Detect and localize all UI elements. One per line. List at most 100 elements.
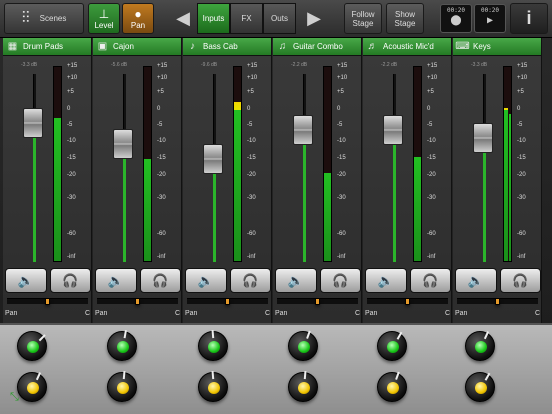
pan-labels: Pan C (365, 310, 450, 317)
send-knob-yellow[interactable] (198, 370, 228, 402)
send-knob-yellow[interactable] (465, 372, 495, 402)
fader-handle[interactable] (473, 122, 493, 153)
arrow-left-icon[interactable]: ◀ (171, 3, 195, 34)
follow-stage-button[interactable]: Follow Stage (344, 3, 382, 34)
pan-label: Pan (185, 310, 198, 317)
meter-bar (504, 108, 508, 261)
send-knob-green[interactable] (17, 331, 47, 361)
headphones-button[interactable]: 🎧 (229, 268, 271, 293)
meter-scale: +15 +10 +5 0 -5 -10 -15 -20 -30 -60 -inf (247, 63, 271, 262)
meter-bar (234, 102, 241, 261)
scale-label: +15 (67, 63, 78, 69)
knob-panel (0, 323, 552, 414)
resize-icon[interactable]: ⤡ (10, 391, 19, 404)
mute-button[interactable]: 🔈 (365, 268, 407, 293)
cajon-icon: ▣ (97, 41, 108, 52)
record-button[interactable]: 00:20 ⬤ (440, 4, 472, 33)
info-button[interactable]: i (510, 3, 548, 34)
show-stage-button[interactable]: Show Stage (386, 3, 424, 34)
scale-label: -20 (337, 171, 346, 178)
send-knob-yellow[interactable] (377, 371, 407, 402)
channel-header[interactable]: ▣ Cajon (93, 38, 181, 56)
mute-button[interactable]: 🔈 (185, 268, 227, 293)
pan-handle[interactable] (495, 298, 500, 305)
send-knob-yellow[interactable] (288, 370, 318, 402)
fader-area: -2.2 dB +15 +10 +5 0 -5 -10 -15 -20 -30 -60 -inf (273, 58, 362, 268)
pan-handle[interactable] (135, 298, 140, 305)
channel-header[interactable]: ▦ Drum Pads (3, 38, 91, 56)
fader-handle[interactable] (383, 115, 403, 146)
mute-button[interactable]: 🔈 (455, 268, 497, 293)
send-knob-yellow[interactable] (17, 372, 47, 402)
scale-label: +5 (157, 89, 164, 96)
mute-button[interactable]: 🔈 (5, 268, 47, 293)
level-button[interactable]: ⊥ Level (88, 3, 120, 34)
meter-bar (54, 117, 61, 261)
headphones-button[interactable]: 🎧 (499, 268, 541, 293)
channel-buttons: 🔈 🎧 (455, 268, 541, 293)
arrow-right-icon[interactable]: ▶ (302, 3, 326, 34)
fader-area: -5.6 dB +15 +10 +5 0 -5 -10 -15 -20 -30 -60 -inf (93, 58, 182, 268)
send-knob-green[interactable] (377, 331, 407, 361)
fader-handle[interactable] (23, 107, 43, 138)
channel-strip: ♪ Bass Cab -9.6 dB +15 +10 +5 0 -5 -10 -15 -20 -30-… (183, 38, 272, 323)
channel-header[interactable]: ♫ Guitar Combo (273, 38, 361, 56)
channel-header[interactable]: ♬ Acoustic Mic'd (363, 38, 451, 56)
pan-label: Pan (95, 310, 108, 317)
send-knob-green[interactable] (288, 330, 318, 361)
send-knob-yellow[interactable] (107, 370, 137, 402)
channel-header[interactable]: ♪ Bass Cab (183, 38, 271, 56)
record-icon: ⬤ (450, 15, 462, 26)
mute-button[interactable]: 🔈 (275, 268, 317, 293)
headphones-button[interactable]: 🎧 (139, 268, 181, 293)
fader-handle[interactable] (293, 115, 313, 146)
pan-handle[interactable] (315, 298, 320, 305)
scale-label: -30 (157, 195, 166, 202)
fader-handle[interactable] (113, 128, 133, 159)
pan-labels: Pan C (5, 310, 90, 317)
play-button[interactable]: 00:20 ▶ (474, 4, 506, 33)
channel-buttons: 🔈 🎧 (365, 268, 451, 293)
scale-label: -5 (157, 121, 163, 128)
channel-strip: ▣ Cajon -5.6 dB +15 +10 +5 0 -5 -10 -15 -20 -30 -60-… (93, 38, 182, 323)
scenes-button[interactable]: ⫶⫶ Scenes (4, 3, 84, 34)
mute-button[interactable]: 🔈 (95, 268, 137, 293)
scale-label: +5 (67, 89, 74, 96)
knob-led (387, 382, 399, 394)
pan-slider[interactable] (7, 298, 88, 305)
pan-handle[interactable] (225, 298, 230, 305)
pan-slider[interactable] (187, 298, 268, 305)
scale-label: +5 (517, 89, 524, 96)
pan-handle[interactable] (45, 298, 50, 305)
send-knob-green[interactable] (107, 330, 137, 361)
scale-label: -60 (517, 230, 526, 237)
pan-handle[interactable] (405, 298, 410, 305)
knob-led (27, 382, 39, 394)
scale-label: -60 (67, 230, 76, 237)
headphones-button[interactable]: 🎧 (409, 268, 451, 293)
channel-strip: ♬ Acoustic Mic'd -2.2 dB +15 +10 +5 0 -5 -10 -15-… (363, 38, 452, 323)
scale-label: -inf (337, 254, 346, 261)
channel-header[interactable]: ⌨ Keys (453, 38, 541, 56)
channel-buttons: 🔈 🎧 (95, 268, 181, 293)
headphones-button[interactable]: 🎧 (49, 268, 91, 293)
tab-fx[interactable]: FX (230, 3, 263, 34)
tab-inputs[interactable]: Inputs (197, 3, 230, 34)
scale-label: -60 (427, 230, 436, 237)
pan-slider[interactable] (97, 298, 178, 305)
pan-slider[interactable] (277, 298, 358, 305)
pan-button[interactable]: ● Pan (122, 3, 154, 34)
knob-led (117, 382, 129, 394)
send-knob-green[interactable] (465, 331, 495, 361)
scale-label: +15 (247, 63, 258, 69)
send-knob-green[interactable] (198, 329, 228, 361)
knob-indicator (306, 330, 311, 339)
headphones-button[interactable]: 🎧 (319, 268, 361, 293)
pan-slider[interactable] (457, 298, 538, 305)
pan-slider[interactable] (367, 298, 448, 305)
gain-readout: -3.3 dB (471, 62, 488, 68)
scale-label: -inf (427, 254, 436, 261)
tab-outs[interactable]: Outs (263, 3, 296, 34)
fader-handle[interactable] (203, 143, 223, 174)
channel-strip: ♫ Guitar Combo -2.2 dB +15 +10 +5 0 -5 -10 -15 -20… (273, 38, 362, 323)
